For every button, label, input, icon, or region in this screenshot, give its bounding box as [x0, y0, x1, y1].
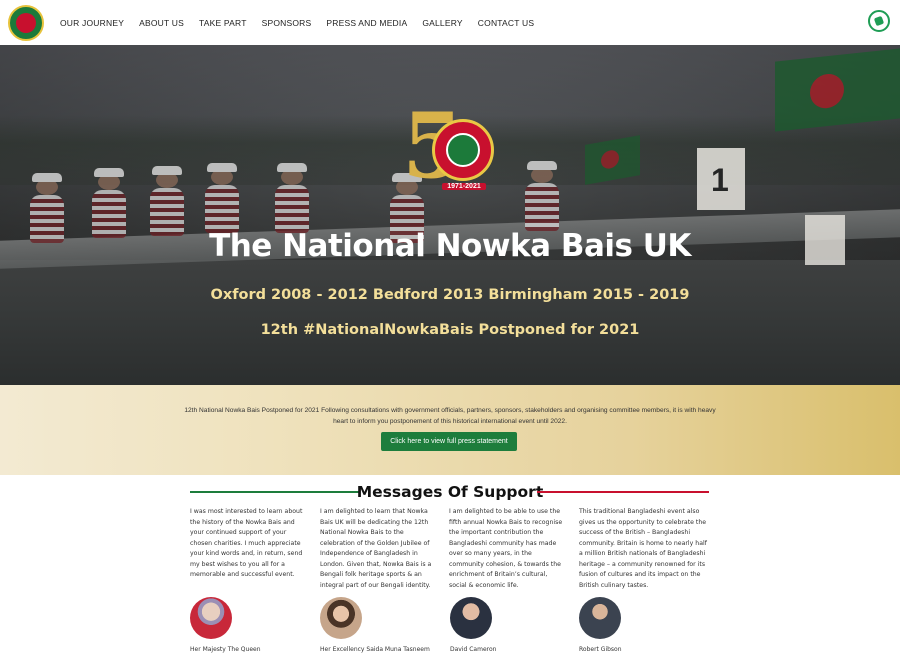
nav-gallery[interactable]: GALLERY	[422, 18, 462, 28]
badge-center	[446, 133, 480, 167]
rower-figure	[525, 161, 559, 231]
avatar	[450, 597, 492, 639]
bangladesh-flag	[775, 48, 900, 132]
heading-divider-red	[537, 491, 709, 493]
site-header: OUR JOURNEY ABOUT US TAKE PART SPONSORS …	[0, 0, 900, 45]
nav-take-part[interactable]: TAKE PART	[199, 18, 247, 28]
lane-number: 1	[711, 162, 729, 198]
support-message: This traditional Bangladeshi event also …	[579, 508, 707, 589]
hero-title: The National Nowka Bais UK	[209, 228, 691, 264]
golden-jubilee-emblem: 5 1971-2021	[402, 101, 497, 211]
avatar	[579, 597, 621, 639]
hero-subtitle-postponed: 12th #NationalNowkaBais Postponed for 20…	[260, 322, 640, 338]
rower-figure	[275, 163, 309, 233]
nav-press-and-media[interactable]: PRESS AND MEDIA	[326, 18, 407, 28]
hero-subtitle-history: Oxford 2008 - 2012 Bedford 2013 Birmingh…	[210, 287, 690, 303]
rower-figure	[205, 163, 239, 233]
logo-emblem-icon	[16, 13, 36, 33]
avatar	[190, 597, 232, 639]
messages-heading: Messages Of Support	[356, 483, 544, 501]
site-logo[interactable]	[8, 5, 44, 41]
notice-text: 12th National Nowka Bais Postponed for 2…	[184, 407, 716, 425]
support-message: I am delighted to be able to use the fif…	[449, 508, 563, 589]
press-statement-button[interactable]: Click here to view full press statement	[381, 432, 517, 451]
nav-about-us[interactable]: ABOUT US	[139, 18, 184, 28]
emblem-badge-icon	[432, 119, 494, 181]
support-message: I was most interested to learn about the…	[190, 508, 303, 578]
postponement-notice: 12th National Nowka Bais Postponed for 2…	[0, 385, 900, 475]
nav-our-journey[interactable]: OUR JOURNEY	[60, 18, 124, 28]
nav-contact-us[interactable]: CONTACT US	[478, 18, 534, 28]
phone-glyph	[873, 15, 885, 27]
lane-number-board: 1	[697, 148, 745, 210]
avatar	[320, 597, 362, 639]
whatsapp-icon[interactable]	[868, 10, 890, 32]
nav-sponsors[interactable]: SPONSORS	[262, 18, 312, 28]
flag-disc	[601, 148, 619, 171]
emblem-years: 1971-2021	[442, 183, 486, 190]
hero-banner: 1 5 1971-2021 The National Nowka Bais UK…	[0, 45, 900, 385]
flag-disc	[810, 72, 844, 110]
support-message: I am delighted to learn that Nowka Bais …	[320, 508, 432, 589]
main-nav: OUR JOURNEY ABOUT US TAKE PART SPONSORS …	[60, 0, 549, 45]
